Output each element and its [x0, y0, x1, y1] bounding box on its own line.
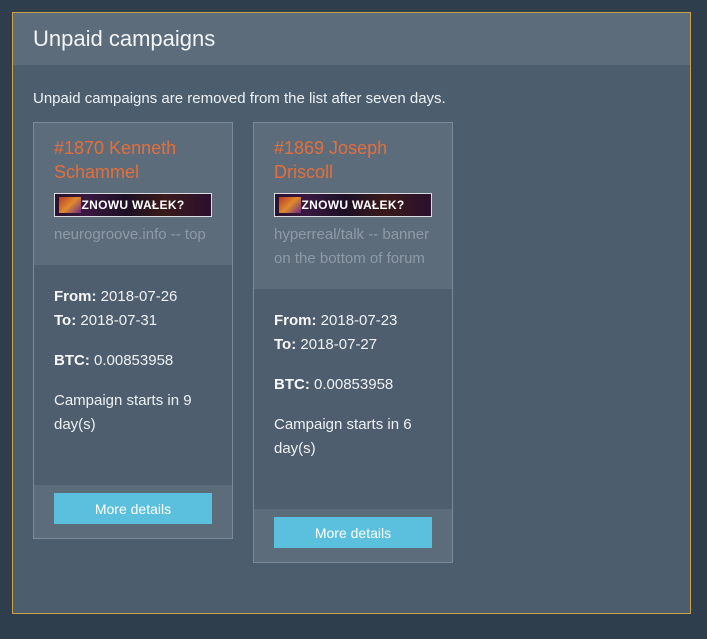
unpaid-campaigns-panel: Unpaid campaigns Unpaid campaigns are re… [12, 12, 691, 614]
to-date: 2018-07-27 [300, 336, 378, 353]
removal-notice: Unpaid campaigns are removed from the li… [33, 90, 446, 107]
campaign-banner-image: ZNOWU WAŁEK? [274, 193, 432, 217]
campaign-title[interactable]: #1870 Kenneth Schammel [54, 136, 212, 184]
btc-label: BTC: [274, 376, 310, 393]
campaign-start-status: Campaign starts in 9 day(s) [54, 392, 192, 433]
btc-row: BTC: 0.00853958 [54, 349, 212, 373]
campaign-card-header: #1869 Joseph Driscoll ZNOWU WAŁEK? hyper… [254, 123, 452, 289]
more-details-button[interactable]: More details [54, 493, 212, 524]
from-row: From: 2018-07-23 [274, 309, 432, 333]
campaign-placement: hyperreal/talk -- banner on the bottom o… [274, 226, 430, 267]
btc-label: BTC: [54, 352, 90, 369]
campaign-card: #1869 Joseph Driscoll ZNOWU WAŁEK? hyper… [253, 122, 453, 563]
campaign-card-footer: More details [254, 509, 452, 562]
campaign-placement: neurogroove.info -- top [54, 226, 206, 243]
to-label: To: [54, 312, 77, 329]
campaign-card-footer: More details [34, 485, 232, 538]
btc-amount: 0.00853958 [314, 376, 394, 393]
campaign-banner-image: ZNOWU WAŁEK? [54, 193, 212, 217]
from-label: From: [54, 288, 97, 305]
from-label: From: [274, 312, 317, 329]
campaign-title[interactable]: #1869 Joseph Driscoll [274, 136, 432, 184]
panel-title: Unpaid campaigns [33, 26, 216, 51]
from-date: 2018-07-23 [320, 312, 398, 329]
from-row: From: 2018-07-26 [54, 285, 212, 309]
btc-amount: 0.00853958 [94, 352, 174, 369]
to-date: 2018-07-31 [80, 312, 158, 329]
campaign-details: From: 2018-07-23 To: 2018-07-27 BTC: 0.0… [254, 289, 452, 461]
to-label: To: [274, 336, 297, 353]
to-row: To: 2018-07-27 [274, 333, 432, 357]
banner-text: ZNOWU WAŁEK? [81, 198, 185, 212]
campaign-card-header: #1870 Kenneth Schammel ZNOWU WAŁEK? neur… [34, 123, 232, 265]
campaign-card: #1870 Kenneth Schammel ZNOWU WAŁEK? neur… [33, 122, 233, 539]
more-details-button[interactable]: More details [274, 517, 432, 548]
to-row: To: 2018-07-31 [54, 309, 212, 333]
banner-text: ZNOWU WAŁEK? [301, 198, 405, 212]
campaign-start-status: Campaign starts in 6 day(s) [274, 416, 412, 457]
from-date: 2018-07-26 [100, 288, 178, 305]
panel-header: Unpaid campaigns [13, 13, 690, 65]
campaign-details: From: 2018-07-26 To: 2018-07-31 BTC: 0.0… [34, 265, 232, 437]
btc-row: BTC: 0.00853958 [274, 373, 432, 397]
